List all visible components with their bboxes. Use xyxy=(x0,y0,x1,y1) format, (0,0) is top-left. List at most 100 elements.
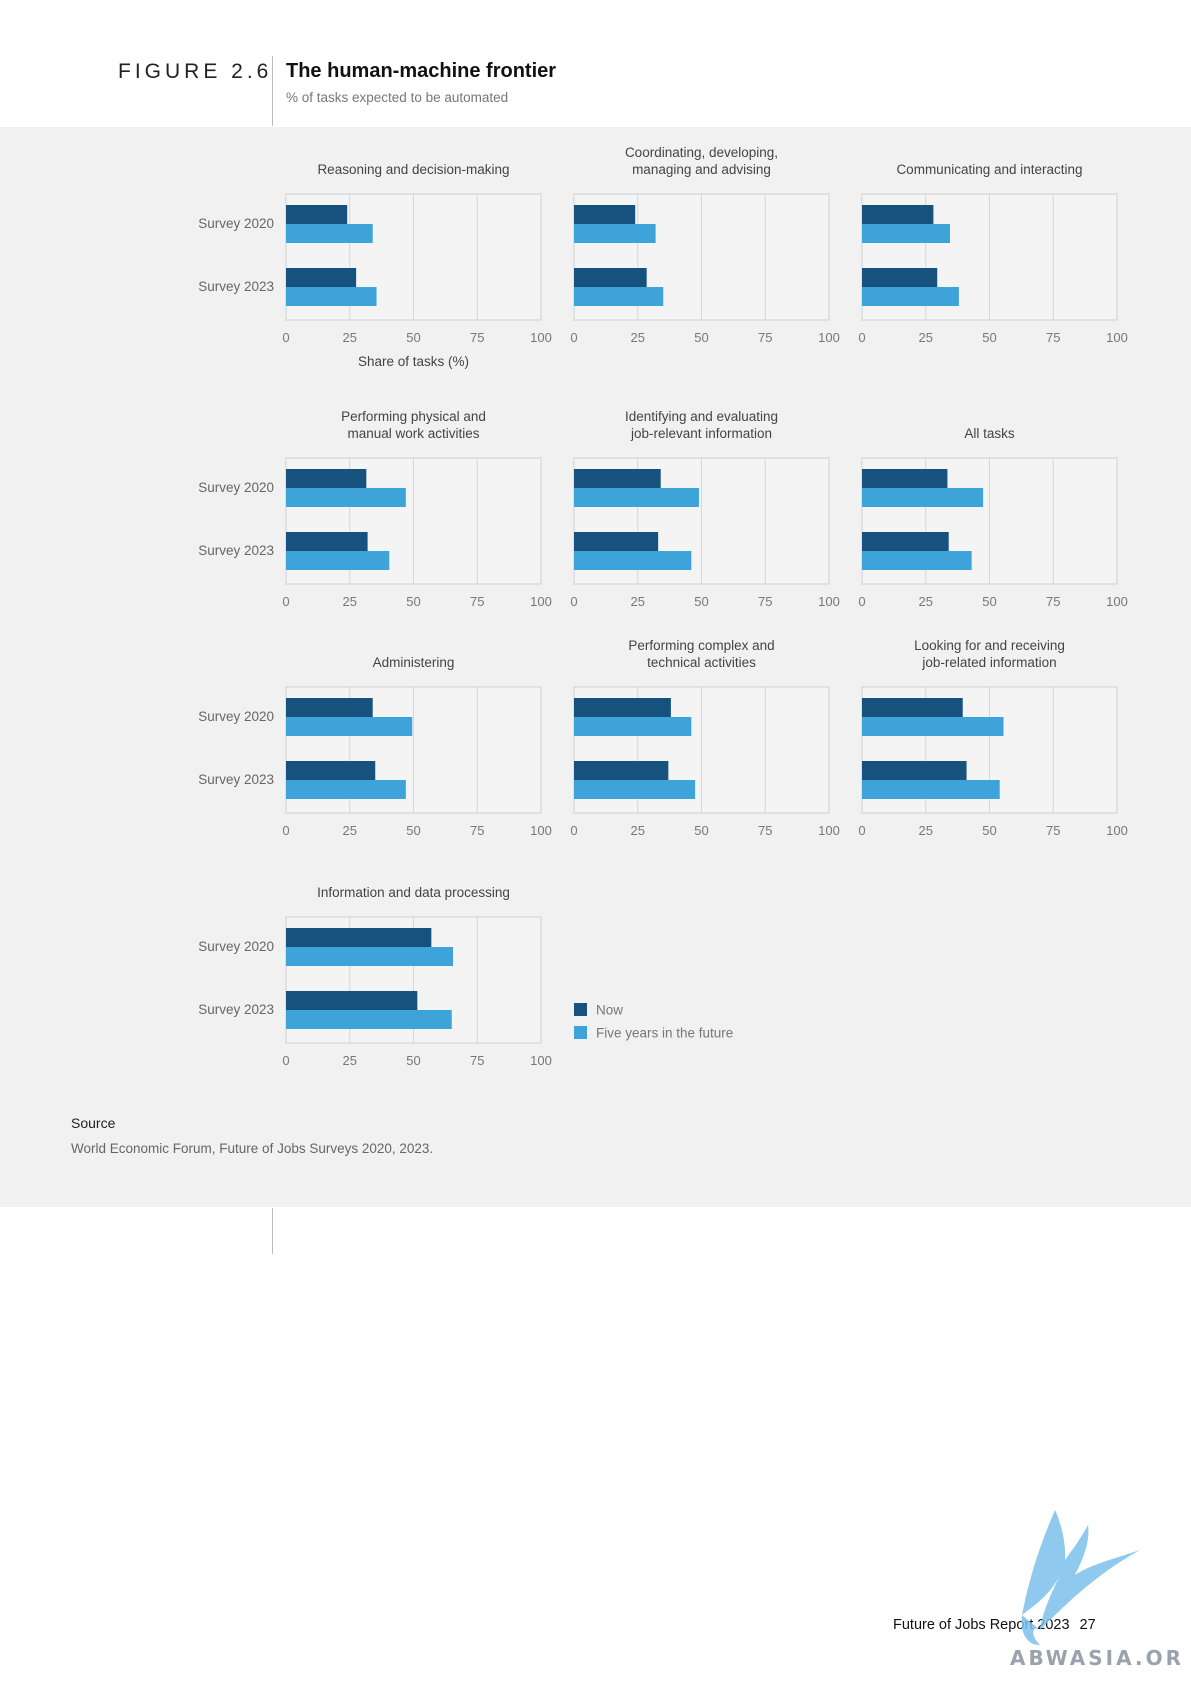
panel-title: technical activities xyxy=(647,655,756,670)
x-tick-label: 100 xyxy=(530,330,552,345)
x-tick-label: 75 xyxy=(758,330,772,345)
figure-subtitle: % of tasks expected to be automated xyxy=(286,90,509,105)
bottom-divider xyxy=(272,1208,273,1254)
x-tick-label: 0 xyxy=(282,330,289,345)
x-tick-label: 50 xyxy=(406,823,420,838)
bar-now xyxy=(286,268,357,287)
bar-now xyxy=(862,761,967,780)
bar-future xyxy=(862,717,1004,736)
bar-future xyxy=(574,488,699,507)
panel-title: Looking for and receiving xyxy=(914,638,1065,653)
bar-now xyxy=(862,205,934,224)
panel-title: Performing complex and xyxy=(628,638,774,653)
x-tick-label: 0 xyxy=(858,594,865,609)
x-tick-label: 0 xyxy=(570,330,577,345)
bar-future xyxy=(286,287,377,306)
bar-now xyxy=(574,698,671,717)
watermark-text: ABWASIA.ORG xyxy=(1010,1646,1180,1670)
bar-future xyxy=(286,224,373,243)
bar-now xyxy=(286,991,418,1010)
x-tick-label: 25 xyxy=(631,823,645,838)
bar-future xyxy=(286,551,390,570)
x-tick-label: 25 xyxy=(631,330,645,345)
bar-future xyxy=(574,717,692,736)
category-label: Survey 2023 xyxy=(198,1002,274,1017)
bar-future xyxy=(574,551,692,570)
x-tick-label: 0 xyxy=(282,823,289,838)
x-tick-label: 75 xyxy=(1046,823,1060,838)
x-tick-label: 25 xyxy=(919,594,933,609)
x-tick-label: 50 xyxy=(406,1053,420,1068)
x-tick-label: 75 xyxy=(758,594,772,609)
x-tick-label: 25 xyxy=(919,823,933,838)
x-tick-label: 50 xyxy=(694,594,708,609)
x-tick-label: 0 xyxy=(858,823,865,838)
bird-logo-icon: ABWASIA.ORG xyxy=(1010,1510,1180,1670)
bar-future xyxy=(862,488,984,507)
category-label: Survey 2020 xyxy=(198,480,274,495)
bar-future xyxy=(862,780,1000,799)
x-tick-label: 25 xyxy=(919,330,933,345)
x-tick-label: 100 xyxy=(530,1053,552,1068)
panel-title: Coordinating, developing, xyxy=(625,145,778,160)
bar-now xyxy=(286,205,348,224)
panel-title: Identifying and evaluating xyxy=(625,409,778,424)
x-tick-label: 50 xyxy=(406,594,420,609)
x-tick-label: 100 xyxy=(530,823,552,838)
legend-label: Five years in the future xyxy=(596,1026,733,1041)
bar-future xyxy=(286,488,406,507)
x-tick-label: 50 xyxy=(982,823,996,838)
x-tick-label: 25 xyxy=(343,1053,357,1068)
bar-now xyxy=(574,205,636,224)
bar-now xyxy=(286,928,432,947)
x-tick-label: 25 xyxy=(631,594,645,609)
bar-now xyxy=(574,532,659,551)
x-tick-label: 0 xyxy=(570,594,577,609)
bar-now xyxy=(286,698,373,717)
x-tick-label: 50 xyxy=(694,330,708,345)
panel-title: Information and data processing xyxy=(317,885,510,900)
x-tick-label: 0 xyxy=(570,823,577,838)
bar-now xyxy=(574,469,661,488)
bar-now xyxy=(862,698,963,717)
legend-label: Now xyxy=(596,1003,623,1018)
bar-now xyxy=(574,761,669,780)
bar-future xyxy=(574,224,656,243)
x-tick-label: 75 xyxy=(470,1053,484,1068)
bar-future xyxy=(862,224,950,243)
bar-future xyxy=(286,780,406,799)
x-tick-label: 100 xyxy=(530,594,552,609)
x-tick-label: 50 xyxy=(982,594,996,609)
bar-now xyxy=(286,532,368,551)
x-tick-label: 100 xyxy=(818,823,840,838)
panel-title: job-relevant information xyxy=(630,426,772,441)
source-text: World Economic Forum, Future of Jobs Sur… xyxy=(71,1141,434,1156)
bar-now xyxy=(286,469,367,488)
bar-future xyxy=(574,780,696,799)
x-tick-label: 75 xyxy=(470,823,484,838)
panel-title: job-related information xyxy=(921,655,1056,670)
category-label: Survey 2023 xyxy=(198,772,274,787)
x-tick-label: 25 xyxy=(343,823,357,838)
x-tick-label: 25 xyxy=(343,594,357,609)
x-tick-label: 0 xyxy=(282,1053,289,1068)
bar-future xyxy=(286,1010,452,1029)
x-tick-label: 100 xyxy=(818,594,840,609)
panel-title: Communicating and interacting xyxy=(896,162,1082,177)
x-tick-label: 100 xyxy=(818,330,840,345)
category-label: Survey 2020 xyxy=(198,709,274,724)
panel-title: Administering xyxy=(373,655,455,670)
bar-future xyxy=(574,287,664,306)
bar-now xyxy=(862,532,949,551)
x-tick-label: 50 xyxy=(406,330,420,345)
x-tick-label: 75 xyxy=(470,330,484,345)
small-multiples-chart: Reasoning and decision-making Survey 2020… xyxy=(198,145,1128,1068)
legend-swatch xyxy=(574,1026,587,1039)
panel-title: All tasks xyxy=(964,426,1015,441)
x-tick-label: 75 xyxy=(758,823,772,838)
bar-future xyxy=(862,551,972,570)
category-label: Survey 2020 xyxy=(198,216,274,231)
bar-future xyxy=(286,717,413,736)
x-tick-label: 25 xyxy=(343,330,357,345)
bar-now xyxy=(862,469,948,488)
